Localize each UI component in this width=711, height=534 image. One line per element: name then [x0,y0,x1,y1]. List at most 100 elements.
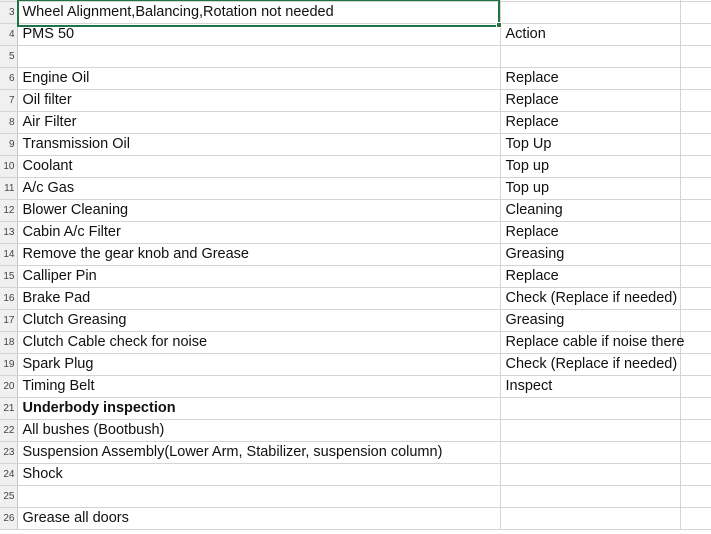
row-header-16[interactable]: 16 [0,287,18,310]
table-row[interactable]: 19 Spark Plug Check (Replace if needed) [0,353,711,376]
table-row[interactable]: 22 All bushes (Bootbush) [0,419,711,442]
table-row[interactable]: 5 [0,45,711,68]
cell-B11[interactable]: Top up [500,177,681,200]
cell-B9[interactable]: Top Up [500,133,681,156]
table-row[interactable]: 15 Calliper Pin Replace [0,265,711,288]
cell-C5[interactable] [680,45,711,68]
cell-B24[interactable] [500,463,681,486]
row-header-22[interactable]: 22 [0,419,18,442]
cell-B22[interactable] [500,419,681,442]
cell-A4[interactable]: PMS 50 [17,23,501,46]
cell-C3[interactable] [680,1,711,24]
cell-A8[interactable]: Air Filter [17,111,501,134]
cell-C26[interactable] [680,507,711,530]
cell-C6[interactable] [680,67,711,90]
cell-A12[interactable]: Blower Cleaning [17,199,501,222]
table-row[interactable]: 10 Coolant Top up [0,155,711,178]
cell-A18[interactable]: Clutch Cable check for noise [17,331,501,354]
cell-A25[interactable] [17,485,501,508]
cell-B6[interactable]: Replace [500,67,681,90]
table-row[interactable]: 18 Clutch Cable check for noise Replace ca… [0,331,711,354]
cell-C20[interactable] [680,375,711,398]
row-header-8[interactable]: 8 [0,111,18,134]
row-header-7[interactable]: 7 [0,89,18,112]
cell-C24[interactable] [680,463,711,486]
table-row[interactable]: 7 Oil filter Replace [0,89,711,112]
row-header-19[interactable]: 19 [0,353,18,376]
cell-B25[interactable] [500,485,681,508]
cell-A16[interactable]: Brake Pad [17,287,501,310]
table-row[interactable]: 3 Wheel Alignment,Balancing,Rotation not … [0,1,711,24]
cell-C25[interactable] [680,485,711,508]
cell-B23[interactable] [500,441,681,464]
table-row[interactable]: 17 Clutch Greasing Greasing [0,309,711,332]
row-header-23[interactable]: 23 [0,441,18,464]
cell-C8[interactable] [680,111,711,134]
table-row[interactable]: 14 Remove the gear knob and Grease Greasin… [0,243,711,266]
row-header-11[interactable]: 11 [0,177,18,200]
cell-B21[interactable] [500,397,681,420]
cell-A21[interactable]: Underbody inspection [17,397,501,420]
row-header-10[interactable]: 10 [0,155,18,178]
table-row[interactable]: 24 Shock [0,463,711,486]
cell-C10[interactable] [680,155,711,178]
table-row[interactable]: 11 A/c Gas Top up [0,177,711,200]
cell-A23[interactable]: Suspension Assembly(Lower Arm, Stabilize… [17,441,501,464]
cell-B13[interactable]: Replace [500,221,681,244]
cell-C7[interactable] [680,89,711,112]
cell-A22[interactable]: All bushes (Bootbush) [17,419,501,442]
cell-B12[interactable]: Cleaning [500,199,681,222]
row-header-12[interactable]: 12 [0,199,18,222]
cell-A14[interactable]: Remove the gear knob and Grease [17,243,501,266]
table-row[interactable]: 8 Air Filter Replace [0,111,711,134]
cell-A17[interactable]: Clutch Greasing [17,309,501,332]
cell-C18[interactable] [680,331,711,354]
cell-B17[interactable]: Greasing [500,309,681,332]
cell-A10[interactable]: Coolant [17,155,501,178]
cell-A5[interactable] [17,45,501,68]
row-header-15[interactable]: 15 [0,265,18,288]
cell-B3[interactable] [500,1,681,24]
cell-C9[interactable] [680,133,711,156]
row-header-14[interactable]: 14 [0,243,18,266]
cell-B10[interactable]: Top up [500,155,681,178]
spreadsheet-grid[interactable]: 23 Wheel Alignment,Balancing,Rotation not… [0,0,711,534]
row-header-13[interactable]: 13 [0,221,18,244]
cell-A26[interactable]: Grease all doors [17,507,501,530]
row-header-4[interactable]: 4 [0,23,18,46]
cell-C13[interactable] [680,221,711,244]
cell-A13[interactable]: Cabin A/c Filter [17,221,501,244]
table-row[interactable]: 21 Underbody inspection [0,397,711,420]
table-row[interactable]: 4 PMS 50 Action [0,23,711,46]
cell-C15[interactable] [680,265,711,288]
table-row[interactable]: 26 Grease all doors [0,507,711,530]
cell-C21[interactable] [680,397,711,420]
table-row[interactable]: 12 Blower Cleaning Cleaning [0,199,711,222]
cell-B16[interactable]: Check (Replace if needed) [500,287,681,310]
cell-C16[interactable] [680,287,711,310]
cell-B14[interactable]: Greasing [500,243,681,266]
row-header-20[interactable]: 20 [0,375,18,398]
cell-B7[interactable]: Replace [500,89,681,112]
cell-A20[interactable]: Timing Belt [17,375,501,398]
row-header-17[interactable]: 17 [0,309,18,332]
cell-C23[interactable] [680,441,711,464]
table-row[interactable]: 20 Timing Belt Inspect [0,375,711,398]
cell-A9[interactable]: Transmission Oil [17,133,501,156]
row-header-25[interactable]: 25 [0,485,18,508]
cell-A7[interactable]: Oil filter [17,89,501,112]
table-row[interactable]: 25 [0,485,711,508]
row-header-24[interactable]: 24 [0,463,18,486]
row-header-21[interactable]: 21 [0,397,18,420]
row-header-3[interactable]: 3 [0,1,18,24]
cell-C12[interactable] [680,199,711,222]
cell-B5[interactable] [500,45,681,68]
cell-A6[interactable]: Engine Oil [17,67,501,90]
cell-B4[interactable]: Action [500,23,681,46]
cell-C19[interactable] [680,353,711,376]
cell-C17[interactable] [680,309,711,332]
cell-C11[interactable] [680,177,711,200]
table-row[interactable]: 23 Suspension Assembly(Lower Arm, Stabili… [0,441,711,464]
cell-A15[interactable]: Calliper Pin [17,265,501,288]
cell-C14[interactable] [680,243,711,266]
